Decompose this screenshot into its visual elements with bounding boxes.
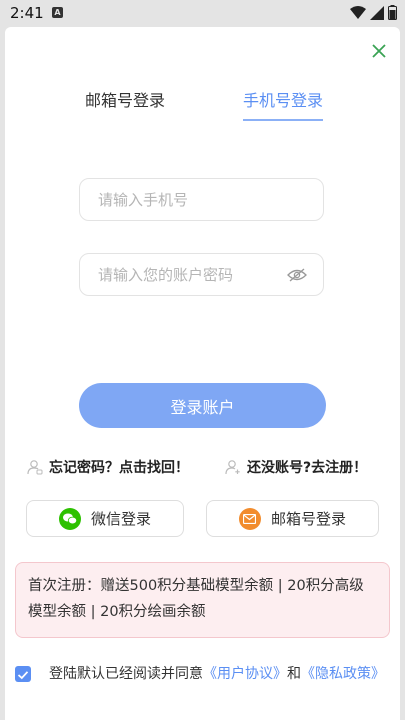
login-sheet: 邮箱号登录 手机号登录 登录账户 忘记密码？点击找回！ 还没账号?去注册！ bbox=[5, 27, 400, 720]
forgot-password-link[interactable]: 忘记密码？点击找回！ bbox=[27, 457, 189, 477]
privacy-policy-link[interactable]: 《隐私政策》 bbox=[301, 666, 385, 682]
email-login-button[interactable]: 邮箱号登录 bbox=[206, 500, 379, 537]
register-link[interactable]: 还没账号?去注册！ bbox=[225, 457, 367, 477]
login-button[interactable]: 登录账户 bbox=[79, 383, 326, 428]
user-agreement-link[interactable]: 《用户协议》 bbox=[203, 666, 287, 682]
promo-banner: 首次注册：赠送500积分基础模型余额 | 20积分高级模型余额 | 20积分绘画… bbox=[15, 562, 390, 638]
login-tabs: 邮箱号登录 手机号登录 bbox=[5, 87, 400, 127]
agreement-checkbox[interactable] bbox=[15, 666, 31, 682]
tab-phone-login[interactable]: 手机号登录 bbox=[243, 87, 324, 121]
wifi-icon bbox=[350, 5, 366, 19]
eye-closed-icon[interactable] bbox=[287, 268, 307, 282]
password-field[interactable] bbox=[79, 253, 324, 296]
agreement-text: 登陆默认已经阅读并同意《用户协议》和《隐私政策》 bbox=[49, 661, 389, 687]
wechat-login-button[interactable]: 微信登录 bbox=[26, 500, 184, 537]
agreement-prefix: 登陆默认已经阅读并同意 bbox=[49, 666, 203, 682]
signal-icon bbox=[370, 5, 384, 20]
close-icon[interactable] bbox=[371, 43, 387, 59]
wechat-icon bbox=[58, 507, 81, 530]
wechat-login-label: 微信登录 bbox=[90, 510, 151, 528]
agreement-and: 和 bbox=[287, 666, 301, 682]
email-login-label: 邮箱号登录 bbox=[270, 510, 346, 528]
battery-icon bbox=[388, 5, 397, 20]
forgot-password-label: 忘记密码？点击找回！ bbox=[49, 460, 189, 476]
phone-field[interactable] bbox=[79, 178, 324, 221]
add-user-icon bbox=[225, 460, 240, 475]
password-input[interactable] bbox=[96, 264, 287, 285]
status-time: 2:41 bbox=[10, 4, 44, 22]
lock-user-icon bbox=[27, 460, 43, 475]
phone-input[interactable] bbox=[96, 189, 307, 210]
tab-email-login[interactable]: 邮箱号登录 bbox=[85, 87, 165, 119]
mail-icon bbox=[238, 507, 261, 530]
status-icons bbox=[350, 5, 397, 20]
check-icon bbox=[17, 671, 29, 680]
register-label: 还没账号?去注册！ bbox=[247, 460, 368, 476]
status-bar: 2:41 A bbox=[0, 0, 405, 26]
notification-icon: A bbox=[52, 7, 63, 18]
